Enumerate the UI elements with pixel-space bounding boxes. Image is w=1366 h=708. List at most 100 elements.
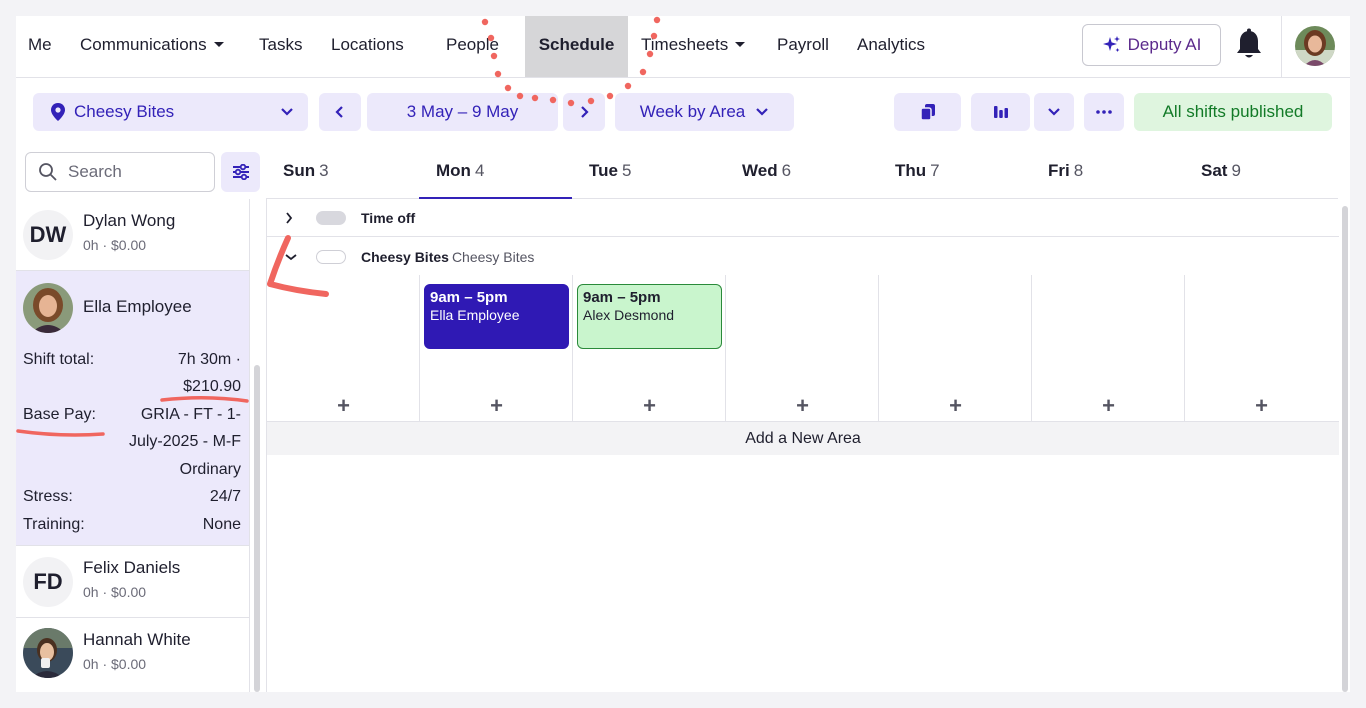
day-cell-sun[interactable]: + xyxy=(267,275,420,421)
avatar xyxy=(23,628,73,678)
insights-dropdown-button[interactable] xyxy=(1034,93,1074,131)
day-cell-fri[interactable]: + xyxy=(1032,275,1185,421)
day-headers: Sun 3 Mon 4 Tue 5 Wed 6 Thu 7 Fri 8 Sat 9 xyxy=(266,152,1338,199)
employee-name: Felix Daniels xyxy=(83,558,181,577)
copy-icon xyxy=(920,104,935,120)
base-pay-label: Base Pay: xyxy=(23,406,96,423)
day-header-sun[interactable]: Sun 3 xyxy=(266,152,419,198)
shift-time: 9am – 5pm xyxy=(430,289,508,306)
area-location: Cheesy Bites xyxy=(451,249,535,265)
stress-label: Stress: xyxy=(23,488,73,505)
top-nav: Me Communications Tasks Locations People… xyxy=(16,16,1350,78)
avatar xyxy=(23,283,73,333)
day-header-wed[interactable]: Wed 6 xyxy=(725,152,878,198)
chevron-left-icon xyxy=(335,106,343,118)
add-shift-icon[interactable]: + xyxy=(267,393,420,419)
nav-schedule[interactable]: Schedule xyxy=(525,16,628,77)
sliders-icon xyxy=(232,164,249,180)
day-header-fri[interactable]: Fri 8 xyxy=(1031,152,1184,198)
day-cell-wed[interactable]: + xyxy=(726,275,879,421)
location-select[interactable]: Cheesy Bites xyxy=(33,93,308,131)
time-off-label: Time off xyxy=(361,210,416,226)
employee-row-felix-daniels[interactable]: FD Felix Daniels 0h · $0.00 xyxy=(16,546,249,618)
employee-summary: 0h · $0.00 xyxy=(83,656,147,672)
add-shift-icon[interactable]: + xyxy=(573,393,726,419)
nav-tasks[interactable]: Tasks xyxy=(259,16,302,77)
employee-sidebar: DW Dylan Wong 0h · $0.00 Ella Employee S… xyxy=(16,199,250,692)
shift-total-value: 7h 30m · xyxy=(177,351,241,368)
area-name: Cheesy Bites xyxy=(361,249,449,265)
shift-card-alex-desmond[interactable]: 9am – 5pm Alex Desmond xyxy=(577,284,722,349)
day-header-tue[interactable]: Tue 5 xyxy=(572,152,725,198)
add-shift-icon[interactable]: + xyxy=(879,393,1032,419)
date-range[interactable]: 3 May – 9 May xyxy=(367,93,558,131)
nav-divider xyxy=(1281,16,1282,77)
nav-locations[interactable]: Locations xyxy=(331,16,404,77)
caret-down-icon xyxy=(213,42,224,48)
stress-value: 24/7 xyxy=(209,488,241,505)
nav-communications[interactable]: Communications xyxy=(80,16,224,77)
grid-scrollbar[interactable] xyxy=(1342,206,1348,692)
add-shift-icon[interactable]: + xyxy=(420,393,573,419)
employee-name: Hannah White xyxy=(83,630,191,649)
add-shift-icon[interactable]: + xyxy=(1032,393,1185,419)
sidebar-scrollbar[interactable] xyxy=(254,365,260,692)
chevron-down-icon xyxy=(281,108,293,116)
bell-icon[interactable] xyxy=(1234,28,1264,62)
location-label: Cheesy Bites xyxy=(74,102,175,121)
user-avatar[interactable] xyxy=(1295,26,1335,66)
day-cell-thu[interactable]: + xyxy=(879,275,1032,421)
bar-chart-icon xyxy=(993,106,1008,118)
publish-status-button[interactable]: All shifts published xyxy=(1134,93,1332,131)
chevron-right-icon xyxy=(581,106,589,118)
employee-row-ella-employee[interactable]: Ella Employee Shift total: 7h 30m · $210… xyxy=(16,271,249,546)
nav-people[interactable]: People xyxy=(446,16,499,77)
add-area-button[interactable]: Add a New Area xyxy=(267,421,1339,455)
nav-payroll[interactable]: Payroll xyxy=(777,16,829,77)
chevron-right-icon[interactable] xyxy=(285,212,293,224)
chevron-down-icon[interactable] xyxy=(285,253,297,261)
shift-card-ella-employee[interactable]: 9am – 5pm Ella Employee xyxy=(424,284,569,349)
base-pay-value-line2: July-2025 - M-F xyxy=(128,433,241,450)
shift-employee: Alex Desmond xyxy=(583,307,675,323)
area-header: Cheesy Bites Cheesy Bites xyxy=(361,249,534,265)
nav-timesheets[interactable]: Timesheets xyxy=(641,16,746,77)
employee-summary: 0h · $0.00 xyxy=(83,584,147,600)
day-header-mon[interactable]: Mon 4 xyxy=(419,152,572,199)
add-shift-icon[interactable]: + xyxy=(726,393,879,419)
employee-row-hannah-white[interactable]: Hannah White 0h · $0.00 xyxy=(16,618,249,692)
training-label: Training: xyxy=(23,516,85,533)
employee-row-dylan-wong[interactable]: DW Dylan Wong 0h · $0.00 xyxy=(16,199,249,271)
view-select[interactable]: Week by Area xyxy=(615,93,794,131)
training-value: None xyxy=(202,516,241,533)
employee-name: Dylan Wong xyxy=(83,211,176,230)
search-input[interactable] xyxy=(68,162,198,182)
avatar: DW xyxy=(23,210,73,260)
area-toggle[interactable] xyxy=(316,250,346,264)
chevron-down-icon xyxy=(1048,108,1060,116)
nav-me[interactable]: Me xyxy=(28,16,52,77)
chevron-down-icon xyxy=(756,108,769,116)
shift-total-amount: $210.90 xyxy=(183,378,241,395)
copy-button[interactable] xyxy=(894,93,961,131)
deputy-ai-button[interactable]: Deputy AI xyxy=(1082,24,1221,66)
insights-button[interactable] xyxy=(971,93,1030,131)
search-box[interactable] xyxy=(25,152,215,192)
base-pay-value-line3: Ordinary xyxy=(179,461,241,478)
time-off-toggle[interactable] xyxy=(316,211,346,225)
caret-down-icon xyxy=(735,42,746,48)
day-cell-sat[interactable]: + xyxy=(1185,275,1338,421)
next-week-button[interactable] xyxy=(563,93,605,131)
more-options-button[interactable] xyxy=(1084,93,1124,131)
prev-week-button[interactable] xyxy=(319,93,361,131)
schedule-grid: Time off Cheesy Bites Cheesy Bites + + + … xyxy=(266,199,1339,692)
filter-button[interactable] xyxy=(221,152,260,192)
time-off-row[interactable]: Time off xyxy=(267,199,1339,237)
deputy-ai-label: Deputy AI xyxy=(1127,35,1202,54)
nav-analytics[interactable]: Analytics xyxy=(857,16,925,77)
more-icon xyxy=(1096,110,1112,114)
add-shift-icon[interactable]: + xyxy=(1185,393,1338,419)
employee-name: Ella Employee xyxy=(83,297,192,316)
day-header-sat[interactable]: Sat 9 xyxy=(1184,152,1337,198)
day-header-thu[interactable]: Thu 7 xyxy=(878,152,1031,198)
